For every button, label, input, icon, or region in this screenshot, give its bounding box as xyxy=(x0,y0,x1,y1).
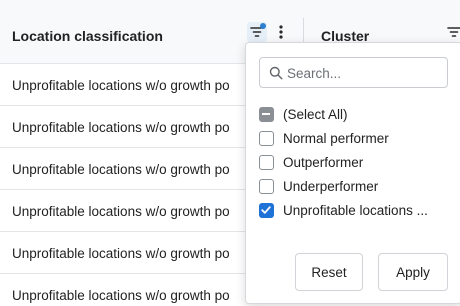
filter-option-label: Outperformer xyxy=(283,154,364,170)
apply-button[interactable]: Apply xyxy=(378,253,448,291)
filter-option-select-all[interactable]: (Select All) xyxy=(259,104,459,124)
filter-option-label: Unprofitable locations ... xyxy=(283,202,428,218)
filter-option-label: (Select All) xyxy=(283,106,348,122)
filter-option-unprofitable-locations[interactable]: Unprofitable locations ... xyxy=(259,200,459,220)
filter-search-box[interactable] xyxy=(259,57,448,88)
filter-search-input[interactable] xyxy=(287,62,437,84)
location-classification-cell: Unprofitable locations w/o growth po xyxy=(12,288,230,303)
filter-option-outperformer[interactable]: Outperformer xyxy=(259,152,459,172)
outperformer-checkbox[interactable] xyxy=(259,154,274,170)
location-classification-cell: Unprofitable locations w/o growth po xyxy=(12,246,230,261)
filter-icon xyxy=(447,27,460,37)
location-classification-cell: Unprofitable locations w/o growth po xyxy=(12,78,230,93)
unprofitable-locations-checkbox[interactable] xyxy=(259,202,274,218)
filter-option-normal-performer[interactable]: Normal performer xyxy=(259,128,459,148)
column-filter-button[interactable] xyxy=(247,22,267,42)
underperformer-checkbox[interactable] xyxy=(259,178,274,194)
cluster-filter-button[interactable] xyxy=(444,22,460,42)
filter-option-label: Normal performer xyxy=(283,130,389,146)
filter-active-indicator xyxy=(260,23,266,29)
normal-performer-checkbox[interactable] xyxy=(259,130,274,146)
column-menu-button[interactable] xyxy=(271,22,291,42)
reset-button[interactable]: Reset xyxy=(295,253,363,291)
search-icon xyxy=(269,66,283,80)
location-classification-cell: Unprofitable locations w/o growth po xyxy=(12,120,230,135)
filter-option-label: Underperformer xyxy=(283,178,379,194)
select-all-checkbox[interactable] xyxy=(259,106,274,122)
filter-popup: (Select All) Normal performer Outperform… xyxy=(245,42,460,304)
location-classification-cell: Unprofitable locations w/o growth po xyxy=(12,162,230,177)
check-icon xyxy=(261,205,271,214)
filter-option-underperformer[interactable]: Underperformer xyxy=(259,176,459,196)
column-header-location-classification[interactable]: Location classification xyxy=(12,28,163,44)
more-vertical-icon xyxy=(279,25,283,39)
location-classification-cell: Unprofitable locations w/o growth po xyxy=(12,204,230,219)
